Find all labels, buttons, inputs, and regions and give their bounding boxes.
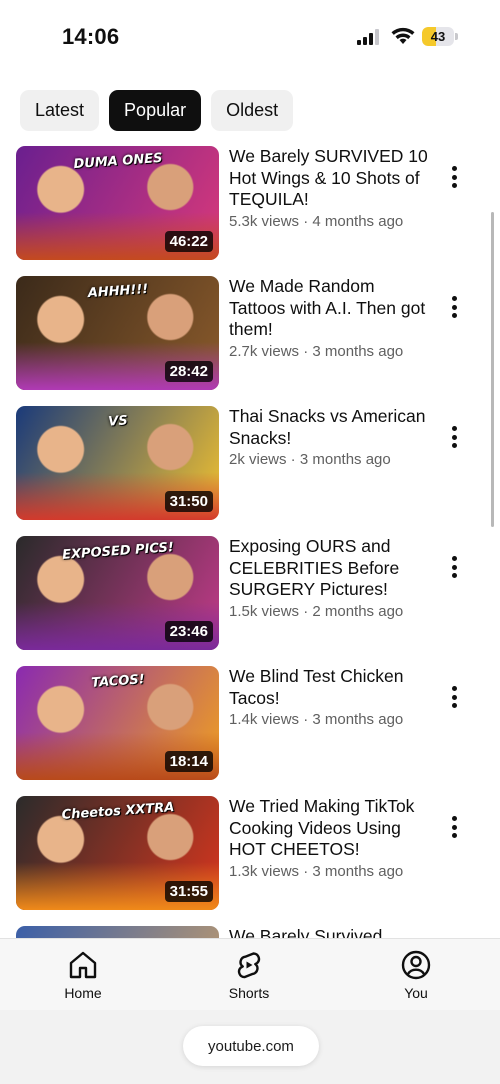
video-title[interactable]: Thai Snacks vs American Snacks! [229, 406, 429, 449]
battery-percent: 43 [430, 29, 446, 44]
sort-chips: Latest Popular Oldest [20, 90, 294, 131]
thumbnail-overlay-text: VS [107, 413, 128, 430]
more-options-icon[interactable] [444, 294, 464, 320]
video-thumbnail[interactable]: TACOS! 18:14 [16, 666, 219, 780]
video-thumbnail[interactable]: DUMA ONES 46:22 [16, 146, 219, 260]
video-stats: 1.3k views · 3 months ago [229, 862, 404, 880]
chip-oldest[interactable]: Oldest [211, 90, 294, 131]
more-options-icon[interactable] [444, 684, 464, 710]
thumbnail-overlay-text: TACOS! [90, 672, 145, 691]
scrollbar[interactable] [491, 212, 494, 527]
video-duration: 23:46 [164, 621, 213, 642]
video-thumbnail[interactable]: VS 31:50 [16, 406, 219, 520]
thumbnail-overlay-text: DUMA ONES [72, 150, 163, 173]
status-time: 14:06 [62, 24, 120, 49]
thumbnail-overlay-text: EXPOSED PICS! [61, 540, 174, 563]
video-title[interactable]: Exposing OURS and CELEBRITIES Before SUR… [229, 536, 429, 601]
video-duration: 28:42 [164, 361, 213, 382]
shorts-icon [237, 952, 261, 979]
more-options-icon[interactable] [444, 554, 464, 580]
video-thumbnail[interactable]: AHHH!!! 28:42 [16, 276, 219, 390]
video-duration: 31:50 [164, 491, 213, 512]
video-stats: 1.4k views · 3 months ago [229, 711, 404, 728]
status-bar: 14:06 43 [0, 0, 500, 70]
chip-popular[interactable]: Popular [109, 90, 202, 131]
nav-you-label: You [404, 985, 428, 1001]
video-thumbnail[interactable]: Cheetos XXTRA 31:55 [16, 796, 219, 910]
video-stats: 2k views · 3 months ago [229, 451, 391, 468]
video-item[interactable]: VS 31:50 Thai Snacks vs American Snacks!… [0, 406, 500, 520]
more-options-icon[interactable] [444, 814, 464, 840]
video-title[interactable]: We Made Random Tattoos with A.I. Then go… [229, 276, 429, 341]
bottom-nav: Home Shorts You [0, 938, 500, 1010]
video-item[interactable]: DUMA ONES 46:22 We Barely SURVIVED 10 Ho… [0, 146, 500, 260]
nav-shorts[interactable]: Shorts [204, 949, 294, 1001]
thumbnail-overlay-text: Cheetos XXTRA [60, 800, 175, 823]
nav-home[interactable]: Home [38, 949, 128, 1001]
video-duration: 18:14 [164, 751, 213, 772]
video-stats: 2.7k views · 3 months ago [229, 342, 404, 360]
video-title[interactable]: We Barely SURVIVED 10 Hot Wings & 10 Sho… [229, 146, 429, 211]
video-item[interactable]: TACOS! 18:14 We Blind Test Chicken Tacos… [0, 666, 500, 780]
video-thumbnail[interactable]: EXPOSED PICS! 23:46 [16, 536, 219, 650]
cellular-signal-icon [357, 29, 379, 45]
battery-indicator: 43 [422, 27, 458, 46]
video-item[interactable]: Cheetos XXTRA 31:55 We Tried Making TikT… [0, 796, 500, 910]
nav-you[interactable]: You [371, 949, 461, 1001]
you-icon [401, 950, 431, 980]
video-duration: 31:55 [164, 881, 213, 902]
more-options-icon[interactable] [444, 424, 464, 450]
chip-latest[interactable]: Latest [20, 90, 100, 131]
nav-shorts-label: Shorts [228, 985, 270, 1001]
wifi-icon [391, 27, 415, 44]
nav-home-label: Home [64, 985, 102, 1001]
video-title[interactable]: We Tried Making TikTok Cooking Videos Us… [229, 796, 429, 861]
video-duration: 46:22 [164, 231, 213, 252]
video-item[interactable]: AHHH!!! 28:42 We Made Random Tattoos wit… [0, 276, 500, 390]
video-item[interactable]: EXPOSED PICS! 23:46 Exposing OURS and CE… [0, 536, 500, 650]
browser-bar: youtube.com [0, 1010, 500, 1084]
video-title[interactable]: We Blind Test Chicken Tacos! [229, 666, 429, 709]
thumbnail-overlay-text: AHHH!!! [86, 281, 149, 302]
more-options-icon[interactable] [444, 164, 464, 190]
home-icon [69, 951, 97, 979]
video-stats: 5.3k views · 4 months ago [229, 212, 404, 230]
address-bar[interactable]: youtube.com [183, 1026, 319, 1066]
video-stats: 1.5k views · 2 months ago [229, 602, 404, 620]
